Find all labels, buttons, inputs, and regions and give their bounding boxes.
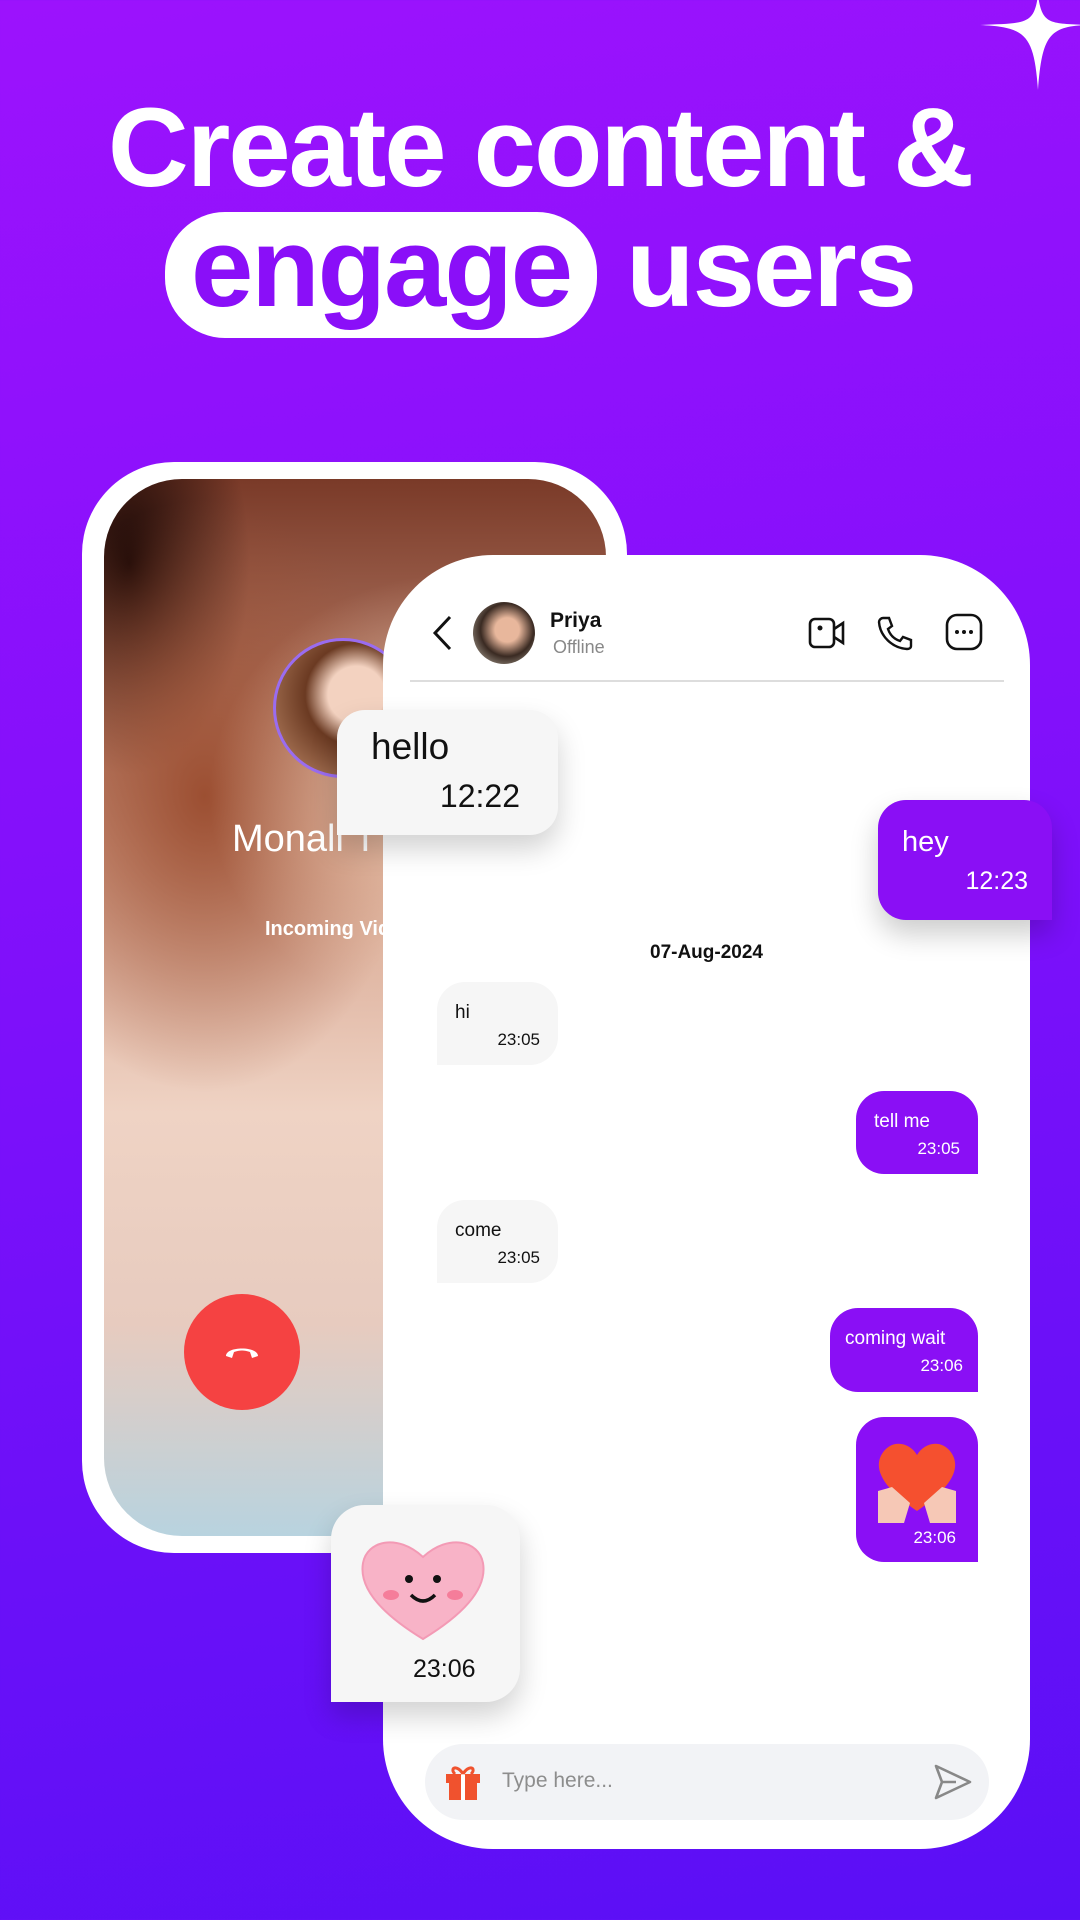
- message-text: tell me: [874, 1111, 930, 1132]
- message-text: hey: [902, 826, 949, 858]
- smiling-heart-sticker: [361, 1541, 485, 1641]
- contact-avatar[interactable]: [473, 602, 535, 664]
- message-time: 23:05: [497, 1030, 540, 1049]
- headline-rest: users: [626, 205, 917, 330]
- message-time: 23:06: [920, 1356, 963, 1375]
- headline-highlight: engage: [164, 212, 598, 338]
- message-time: 12:23: [965, 867, 1028, 895]
- contact-status: Offline: [553, 637, 605, 657]
- message-time: 23:05: [917, 1139, 960, 1158]
- message-time: 23:05: [497, 1248, 540, 1267]
- headline-line1: Create content &: [107, 85, 974, 210]
- contact-name: Priya: [550, 609, 602, 632]
- message-bubble: come 23:05: [437, 1200, 558, 1283]
- message-bubble: hi 23:05: [437, 982, 558, 1065]
- message-text: come: [455, 1220, 502, 1241]
- date-separator: 07-Aug-2024: [650, 942, 763, 963]
- more-options-icon[interactable]: [945, 613, 983, 651]
- message-bubble: hey 12:23: [878, 800, 1052, 920]
- hang-up-icon: [226, 1348, 258, 1358]
- message-time: 23:06: [913, 1528, 956, 1547]
- phone-call-icon[interactable]: [877, 615, 913, 651]
- send-icon[interactable]: [932, 1762, 974, 1802]
- back-icon[interactable]: [430, 614, 454, 652]
- message-time: 23:06: [413, 1655, 476, 1683]
- message-bubble: coming wait 23:06: [830, 1308, 978, 1392]
- end-call-button[interactable]: [184, 1294, 300, 1410]
- sparkle-icon: [980, 0, 1080, 90]
- heart-hands-sticker: [878, 1443, 956, 1523]
- video-call-icon[interactable]: [808, 615, 846, 651]
- headline-line2: engage users: [0, 212, 1080, 338]
- gift-icon[interactable]: [443, 1762, 483, 1802]
- header-divider: [410, 680, 1004, 682]
- message-text: hello: [371, 726, 450, 767]
- sticker-bubble: 23:06: [856, 1417, 978, 1562]
- message-input[interactable]: Type here...: [502, 1769, 613, 1793]
- message-bubble: tell me 23:05: [856, 1091, 978, 1174]
- call-status: Incoming Vid: [265, 918, 391, 940]
- message-text: hi: [455, 1002, 470, 1023]
- message-bubble: hello 12:22: [337, 710, 558, 835]
- message-text: coming wait: [845, 1328, 946, 1349]
- sticker-bubble: 23:06: [331, 1505, 520, 1702]
- message-time: 12:22: [439, 778, 520, 814]
